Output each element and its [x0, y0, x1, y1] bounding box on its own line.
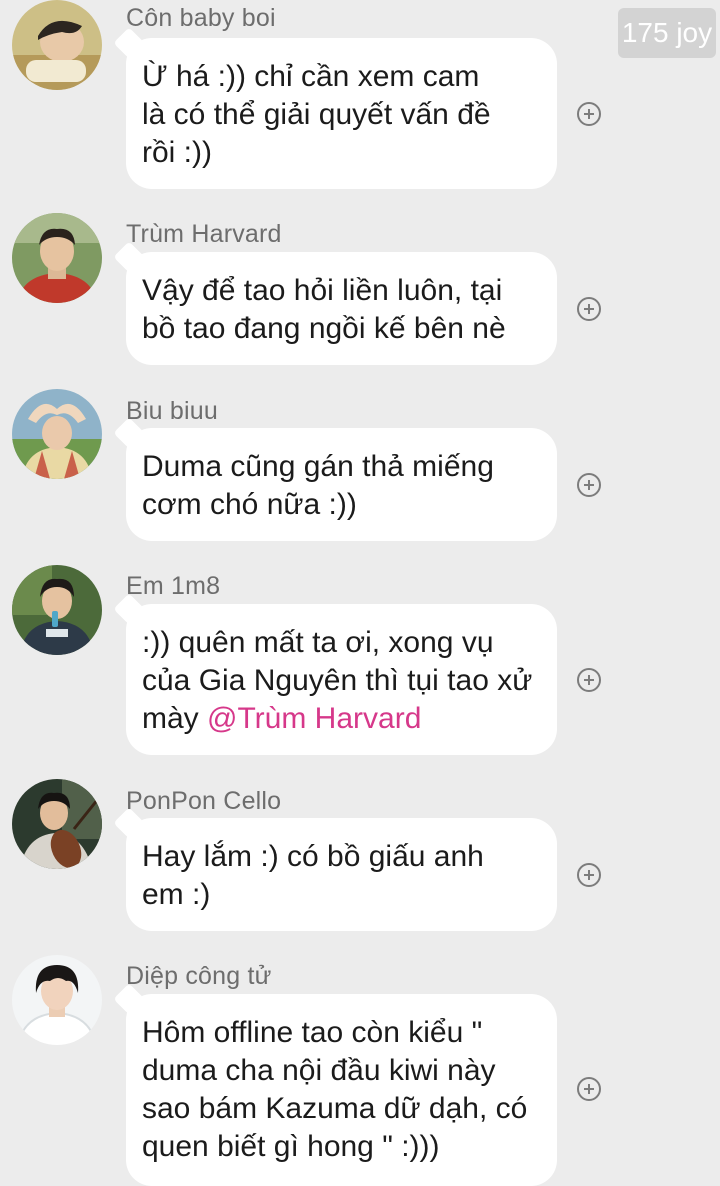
message-text-line: cơm chó nữa :)) [142, 488, 357, 521]
avatar[interactable] [12, 955, 102, 1045]
message-text-line: em :) [142, 878, 211, 911]
message-text-line: :)) quên mất ta ơi, xong vụ [142, 626, 494, 659]
message-bubble[interactable]: Hay lắm :) có bồ giấu anh em :) [113, 807, 557, 931]
sender-name: Em 1m8 [126, 572, 221, 600]
avatar-image [12, 0, 102, 90]
add-reaction-icon[interactable] [577, 473, 601, 497]
avatar[interactable] [12, 0, 102, 90]
avatar-image [12, 955, 102, 1045]
chat-thread: 175 joy Côn baby boi Ừ há :)) chỉ cần xe… [0, 0, 720, 1186]
message-text-line: Hay lắm :) có bồ giấu anh [142, 840, 484, 873]
message-text-line: Ừ há :)) chỉ cần xem cam [142, 60, 480, 93]
joy-badge: 175 joy [618, 8, 716, 58]
message-text-line: quen biết gì hong " :))) [142, 1130, 440, 1163]
message-text-line: là có thể giải quyết vấn đề [142, 98, 491, 131]
message-bubble[interactable]: Hôm offline tao còn kiểu " duma cha nội … [113, 983, 557, 1186]
message-text-line: của Gia Nguyên thì tụi tao xử [142, 664, 533, 697]
add-reaction-icon[interactable] [577, 297, 601, 321]
sender-name: PonPon Cello [126, 787, 282, 815]
message-bubble[interactable]: :)) quên mất ta ơi, xong vụ của Gia Nguy… [113, 593, 557, 755]
message-text-line: rồi :)) [142, 136, 212, 169]
message-bubble[interactable]: Ừ há :)) chỉ cần xem cam là có thể giải … [113, 27, 557, 189]
sender-name: Diệp công tử [126, 962, 272, 990]
sender-name: Côn baby boi [126, 4, 276, 32]
add-reaction-icon[interactable] [577, 863, 601, 887]
avatar[interactable] [12, 565, 102, 655]
message-text-line: Vậy để tao hỏi liền luôn, tại [142, 274, 503, 307]
avatar-image [12, 389, 102, 479]
message-text-line: mày @Trùm Harvard [142, 700, 539, 738]
add-reaction-icon[interactable] [577, 668, 601, 692]
add-reaction-icon[interactable] [577, 102, 601, 126]
message-text-line: Hôm offline tao còn kiểu " [142, 1016, 483, 1049]
avatar[interactable] [12, 389, 102, 479]
avatar-image [12, 779, 102, 869]
avatar-image [12, 213, 102, 303]
message-text-line: Duma cũng gán thả miếng [142, 450, 494, 483]
add-reaction-icon[interactable] [577, 1077, 601, 1101]
message-bubble[interactable]: Vậy để tao hỏi liền luôn, tại bồ tao đan… [113, 241, 557, 365]
avatar[interactable] [12, 213, 102, 303]
avatar-image [12, 565, 102, 655]
message-bubble[interactable]: Duma cũng gán thả miếng cơm chó nữa :)) [113, 417, 557, 541]
sender-name: Trùm Harvard [126, 220, 282, 248]
message-text-line: bồ tao đang ngồi kế bên nè [142, 312, 506, 345]
message-text: mày [142, 702, 208, 735]
message-text-line: duma cha nội đầu kiwi này [142, 1054, 496, 1087]
avatar[interactable] [12, 779, 102, 869]
message-text-line: sao bám Kazuma dữ dạh, có [142, 1092, 528, 1125]
sender-name: Biu biuu [126, 397, 218, 425]
mention-link[interactable]: @Trùm Harvard [207, 702, 421, 735]
